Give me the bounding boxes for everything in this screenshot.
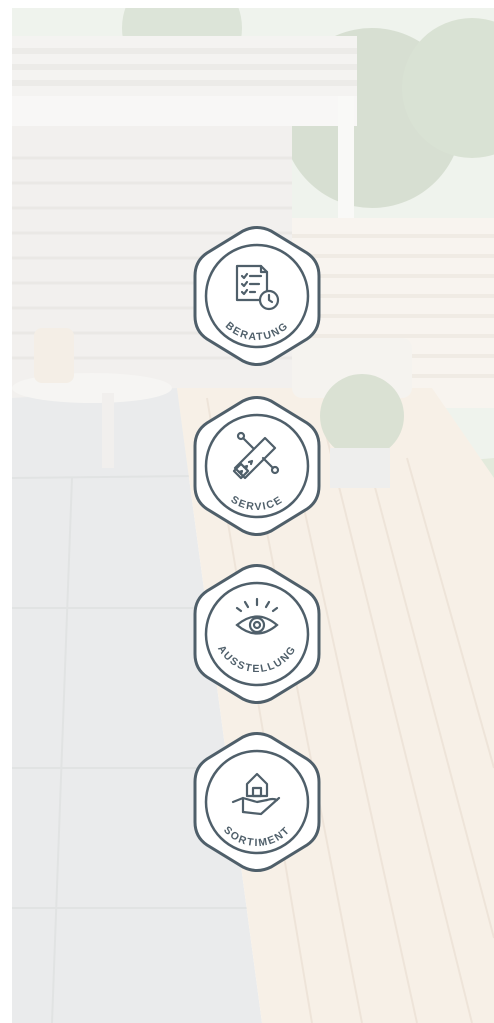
badge-hexagon	[193, 226, 321, 366]
badge-service[interactable]: SERVICE	[191, 396, 323, 536]
badge-ausstellung[interactable]: AUSSTELLUNG	[191, 564, 323, 704]
badge-sortiment[interactable]: SORTIMENT	[191, 732, 323, 872]
badge-beratung[interactable]: BERATUNG	[191, 226, 323, 366]
